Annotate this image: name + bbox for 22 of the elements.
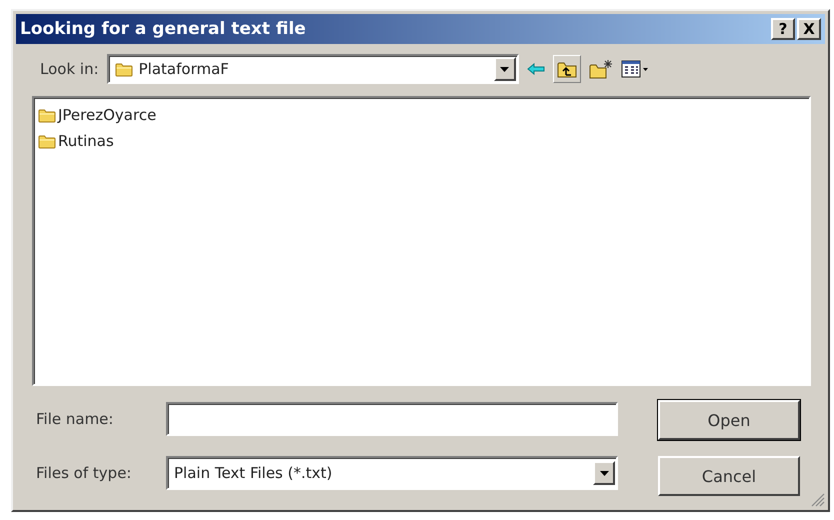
look-in-dropdown[interactable]: PlataformaF [106, 54, 519, 84]
close-button[interactable]: X [797, 18, 821, 40]
cancel-button[interactable]: Cancel [658, 456, 800, 496]
back-arrow-icon[interactable] [526, 63, 545, 75]
file-name-field[interactable] [166, 402, 618, 436]
folder-icon [114, 62, 133, 76]
look-in-label: Look in: [40, 60, 99, 78]
resize-grip-icon[interactable] [811, 493, 825, 507]
file-name-label: File name: [36, 410, 114, 428]
open-button[interactable]: Open [658, 400, 800, 440]
new-folder-icon[interactable] [588, 59, 613, 79]
window-title: Looking for a general text file [20, 19, 306, 39]
help-button[interactable]: ? [771, 18, 795, 40]
view-menu-icon[interactable] [620, 60, 649, 78]
up-folder-button[interactable] [552, 55, 581, 83]
folder-icon [38, 108, 56, 122]
folder-item[interactable]: Rutinas [58, 132, 114, 150]
folder-item[interactable]: JPerezOyarce [58, 106, 156, 124]
folder-icon [38, 134, 56, 148]
file-type-dropdown[interactable]: Plain Text Files (*.txt) [166, 456, 618, 490]
file-type-label: Files of type: [36, 464, 132, 482]
up-folder-icon [556, 60, 577, 78]
